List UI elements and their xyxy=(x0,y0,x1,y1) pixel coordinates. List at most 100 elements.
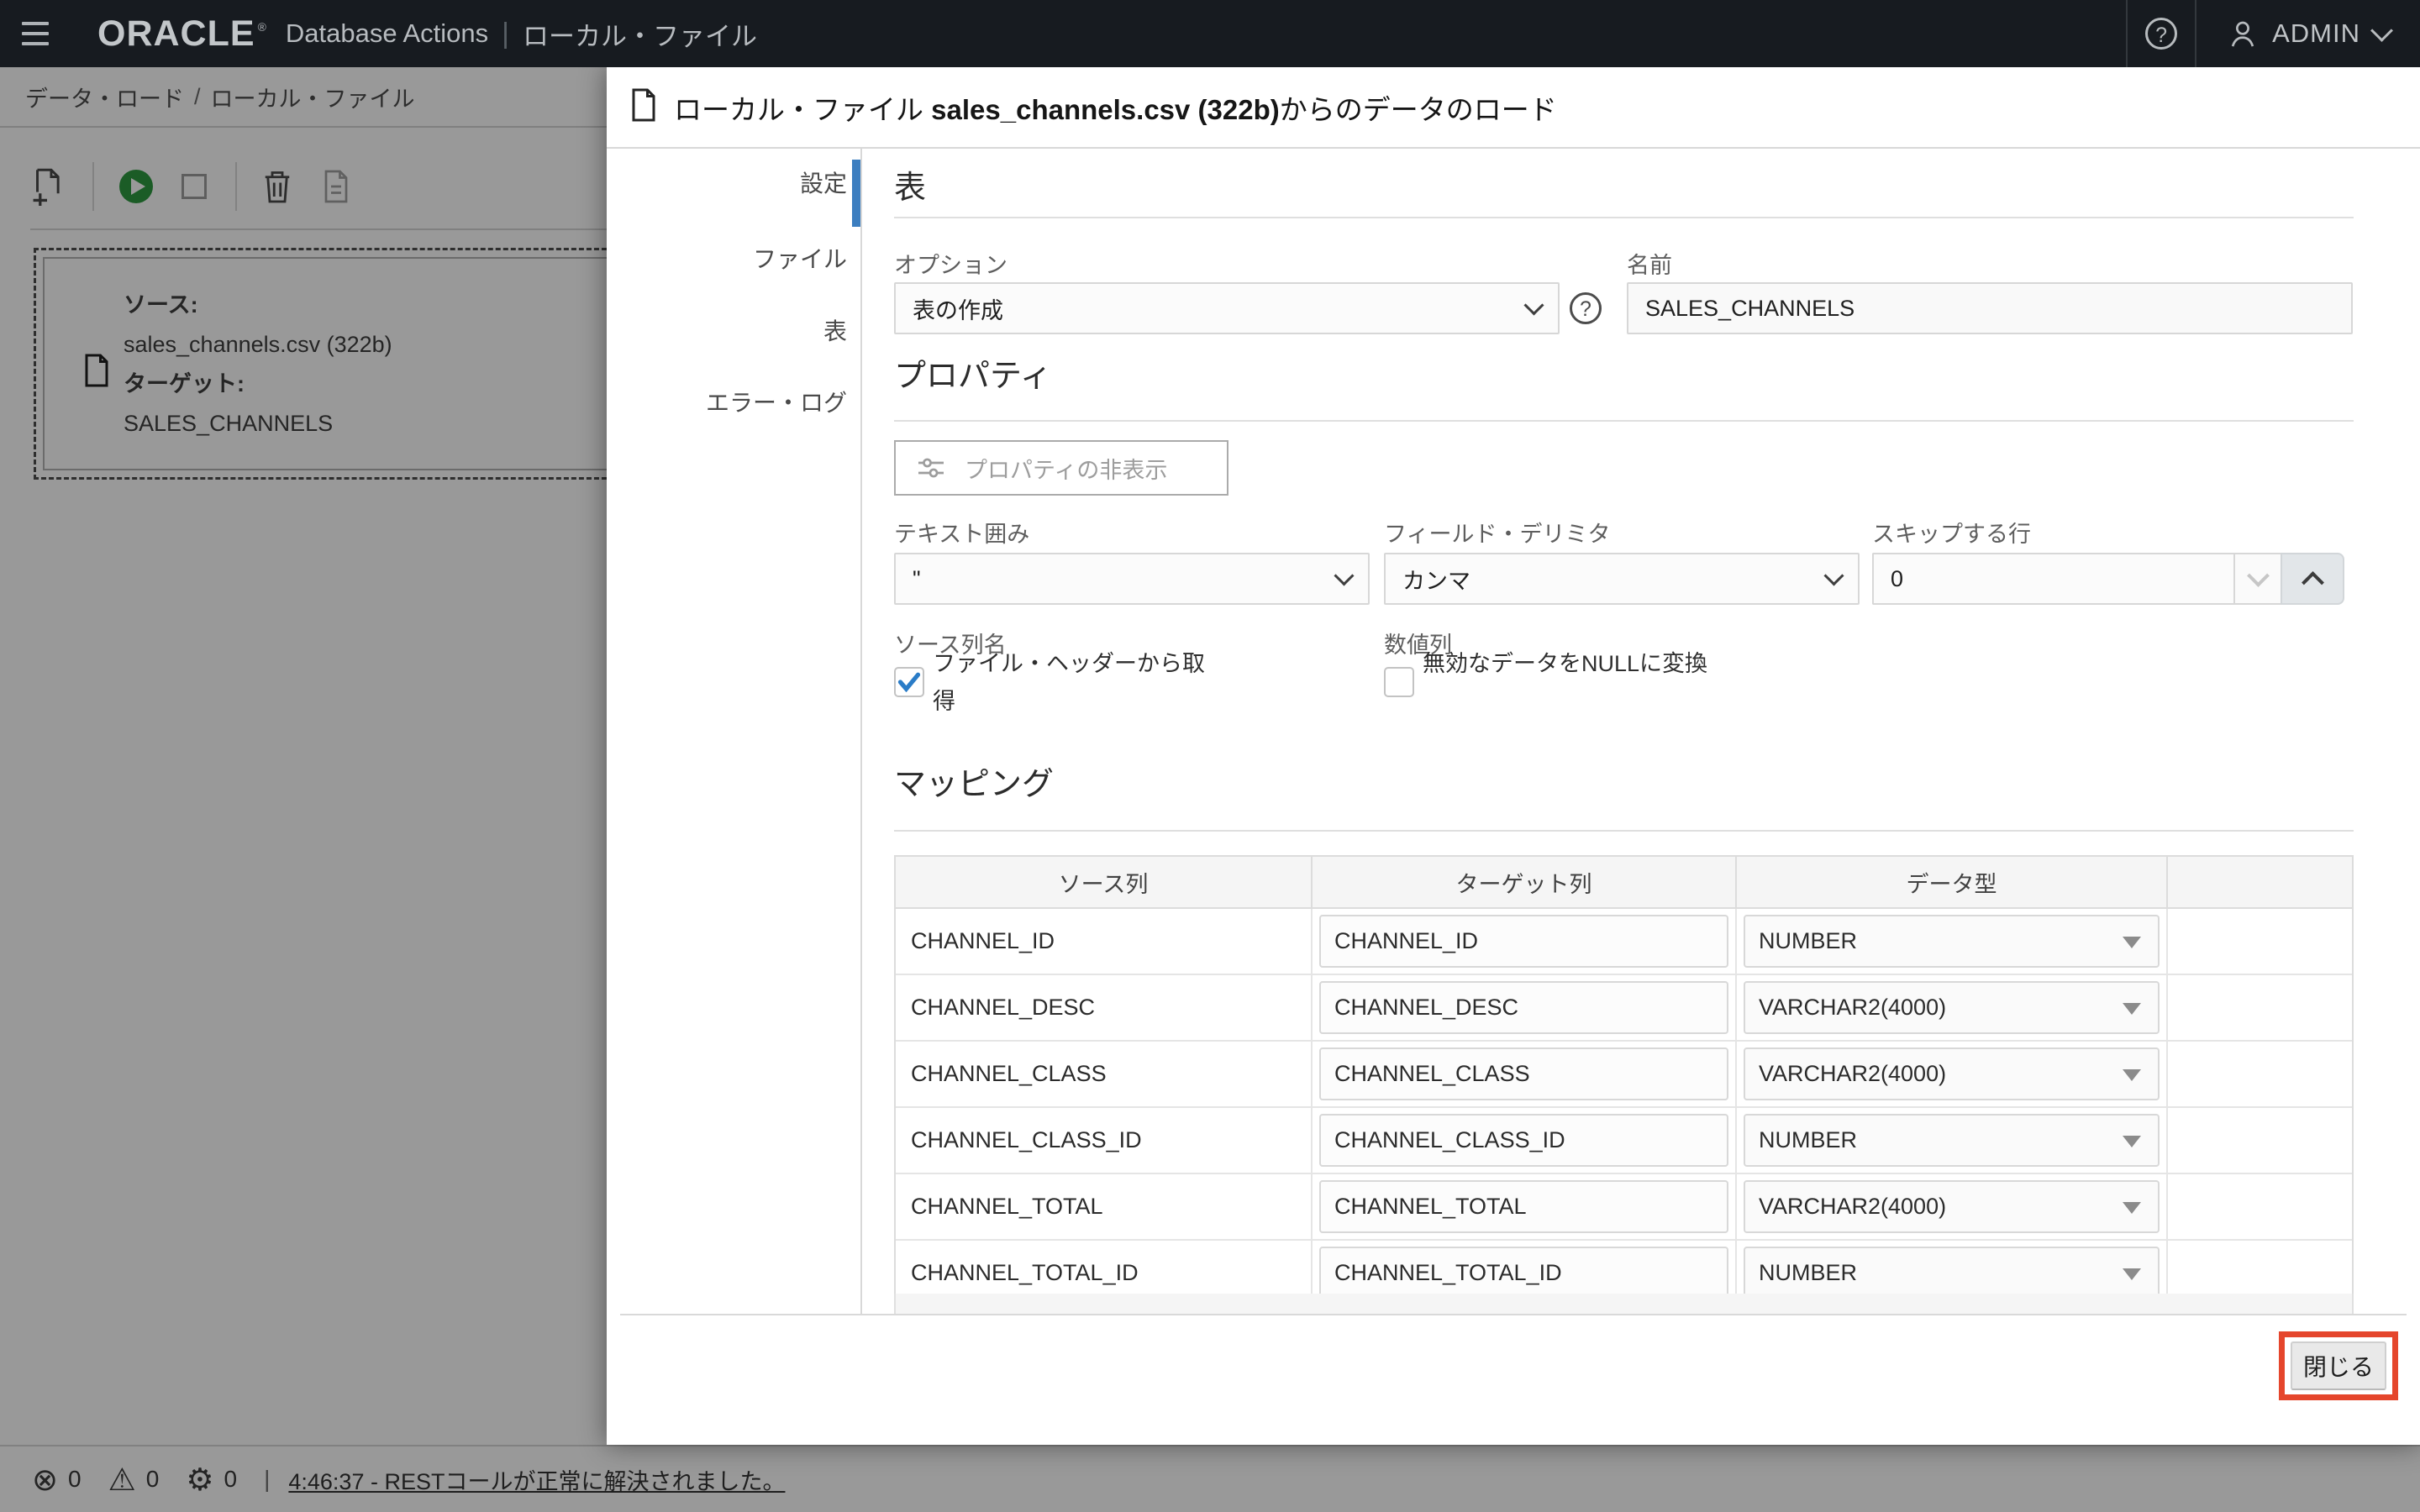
data-type-cell: NUMBER xyxy=(1737,909,2168,974)
mapping-table-row: CHANNEL_CLASS CHANNEL_CLASS VARCHAR2(400… xyxy=(896,1042,2352,1108)
mapping-section-heading: マッピング xyxy=(894,758,1054,804)
mapping-table-header: ソース列 ターゲット列 データ型 xyxy=(896,857,2352,909)
product-title: Database Actions xyxy=(286,18,488,49)
database-actions-app: ORACLE ® Database Actions | ローカル・ファイル ? … xyxy=(0,0,2420,1512)
topbar-right: ? ADMIN xyxy=(2126,0,2420,67)
question-circle-icon: ? xyxy=(2145,18,2177,50)
target-column-cell: CHANNEL_CLASS xyxy=(1313,1042,1737,1106)
option-select[interactable]: 表の作成 xyxy=(894,282,1560,334)
mapping-table-body: CHANNEL_ID CHANNEL_ID NUMBER CHANNEL_DES… xyxy=(896,909,2352,1305)
footer-divider xyxy=(620,1314,2407,1315)
chevron-down-icon xyxy=(1523,295,1544,315)
tab-table[interactable]: 表 xyxy=(607,311,847,353)
row-extra-cell xyxy=(2168,1108,2352,1173)
sliders-icon xyxy=(916,453,946,483)
close-button[interactable]: 閉じる xyxy=(2291,1341,2386,1390)
registered-mark: ® xyxy=(258,20,267,55)
skip-rows-increment-button[interactable] xyxy=(2281,553,2344,605)
data-type-select[interactable]: NUMBER xyxy=(1744,1247,2160,1299)
option-help-icon[interactable]: ? xyxy=(1570,292,1602,324)
dropdown-triangle-icon xyxy=(2123,1136,2141,1147)
row-extra-cell xyxy=(2168,975,2352,1040)
drawer-title-filename: sales_channels.csv (322b) xyxy=(931,94,1280,125)
target-column-header: ターゲット列 xyxy=(1313,857,1737,907)
tab-settings[interactable]: 設定 xyxy=(607,163,847,205)
active-tab-indicator xyxy=(852,160,860,227)
source-column-header: ソース列 xyxy=(896,857,1313,907)
help-button[interactable]: ? xyxy=(2128,0,2195,67)
row-extra-cell xyxy=(2168,1042,2352,1106)
field-delimiter-value: カンマ xyxy=(1402,563,1470,596)
target-column-input[interactable]: CHANNEL_CLASS xyxy=(1319,1047,1728,1100)
user-name: ADMIN xyxy=(2272,18,2360,49)
text-enclosure-select[interactable]: " xyxy=(894,553,1370,605)
mapping-table-row: CHANNEL_TOTAL CHANNEL_TOTAL VARCHAR2(400… xyxy=(896,1174,2352,1241)
hide-properties-label: プロパティの非表示 xyxy=(965,452,1167,485)
chevron-down-icon xyxy=(1823,565,1844,585)
load-data-drawer: ローカル・ファイル sales_channels.csv (322b)からのデー… xyxy=(607,67,2420,1445)
mapping-table: ソース列 ターゲット列 データ型 CHANNEL_ID CHANNEL_ID N… xyxy=(894,855,2354,1307)
properties-section-heading: プロパティ xyxy=(894,349,1052,396)
convert-invalid-to-null-checkbox[interactable] xyxy=(1384,667,1414,697)
dropdown-triangle-icon xyxy=(2123,937,2141,948)
name-label: 名前 xyxy=(1627,247,1672,280)
option-select-value: 表の作成 xyxy=(913,292,1003,325)
table-name-value: SALES_CHANNELS xyxy=(1645,296,1854,322)
drawer-title-prefix: ローカル・ファイル xyxy=(674,94,931,125)
data-type-select[interactable]: VARCHAR2(4000) xyxy=(1744,1047,2160,1100)
data-type-cell: VARCHAR2(4000) xyxy=(1737,975,2168,1040)
table-name-input[interactable]: SALES_CHANNELS xyxy=(1627,282,2353,334)
target-column-input[interactable]: CHANNEL_CLASS_ID xyxy=(1319,1114,1728,1167)
dropdown-triangle-icon xyxy=(2123,1003,2141,1015)
hamburger-menu-icon[interactable] xyxy=(22,22,49,45)
data-type-select[interactable]: VARCHAR2(4000) xyxy=(1744,1180,2160,1233)
option-label: オプション xyxy=(894,247,1007,280)
target-column-input[interactable]: CHANNEL_DESC xyxy=(1319,981,1728,1034)
row-extra-cell xyxy=(2168,1174,2352,1239)
annotation-highlight-box: 閉じる xyxy=(2279,1331,2398,1400)
person-icon xyxy=(2227,18,2259,50)
text-enclosure-value: " xyxy=(913,566,921,592)
dropdown-triangle-icon xyxy=(2123,1202,2141,1214)
oracle-logo-text: ORACLE xyxy=(97,13,255,55)
get-from-file-header-label: ファイル・ヘッダーから取得 xyxy=(933,645,1206,721)
source-column-cell: CHANNEL_CLASS_ID xyxy=(896,1108,1313,1173)
get-from-file-header-checkbox[interactable] xyxy=(894,667,924,697)
skip-rows-input[interactable]: 0 xyxy=(1872,553,2233,605)
source-column-cell: CHANNEL_TOTAL xyxy=(896,1174,1313,1239)
target-column-input[interactable]: CHANNEL_TOTAL xyxy=(1319,1180,1728,1233)
extra-column-header xyxy=(2168,857,2352,907)
section-divider xyxy=(894,217,2354,218)
data-type-select[interactable]: VARCHAR2(4000) xyxy=(1744,981,2160,1034)
user-menu[interactable]: ADMIN xyxy=(2196,18,2420,50)
section-divider xyxy=(894,420,2354,422)
mapping-table-row: CHANNEL_CLASS_ID CHANNEL_CLASS_ID NUMBER xyxy=(896,1108,2352,1174)
chevron-down-icon xyxy=(2247,564,2270,587)
data-type-cell: VARCHAR2(4000) xyxy=(1737,1174,2168,1239)
mapping-table-row: CHANNEL_ID CHANNEL_ID NUMBER xyxy=(896,909,2352,975)
target-column-cell: CHANNEL_CLASS_ID xyxy=(1313,1108,1737,1173)
target-column-input[interactable]: CHANNEL_ID xyxy=(1319,915,1728,968)
target-column-input[interactable]: CHANNEL_TOTAL_ID xyxy=(1319,1247,1728,1299)
skip-rows-label: スキップする行 xyxy=(1872,516,2031,549)
oracle-logo: ORACLE ® xyxy=(97,13,267,55)
drawer-title-suffix: からのデータのロード xyxy=(1280,94,1557,125)
hide-properties-button[interactable]: プロパティの非表示 xyxy=(894,440,1228,496)
field-delimiter-select[interactable]: カンマ xyxy=(1384,553,1860,605)
source-column-cell: CHANNEL_CLASS xyxy=(896,1042,1313,1106)
chevron-up-icon xyxy=(2302,571,2324,594)
mapping-table-clipped-row xyxy=(894,1294,2354,1314)
top-header-bar: ORACLE ® Database Actions | ローカル・ファイル ? … xyxy=(0,0,2420,67)
dropdown-triangle-icon xyxy=(2123,1268,2141,1280)
data-type-select[interactable]: NUMBER xyxy=(1744,915,2160,968)
data-type-select[interactable]: NUMBER xyxy=(1744,1114,2160,1167)
skip-rows-decrement-button[interactable] xyxy=(2233,553,2282,605)
tab-file[interactable]: ファイル xyxy=(607,239,847,281)
tab-error-log[interactable]: エラー・ログ xyxy=(607,382,847,424)
field-delimiter-label: フィールド・デリミタ xyxy=(1384,516,1610,549)
target-column-cell: CHANNEL_DESC xyxy=(1313,975,1737,1040)
convert-invalid-to-null-label: 無効なデータをNULLに変換 xyxy=(1423,645,1717,683)
table-section-heading: 表 xyxy=(894,161,926,207)
skip-rows-value: 0 xyxy=(1891,566,1903,592)
section-divider xyxy=(894,830,2354,832)
